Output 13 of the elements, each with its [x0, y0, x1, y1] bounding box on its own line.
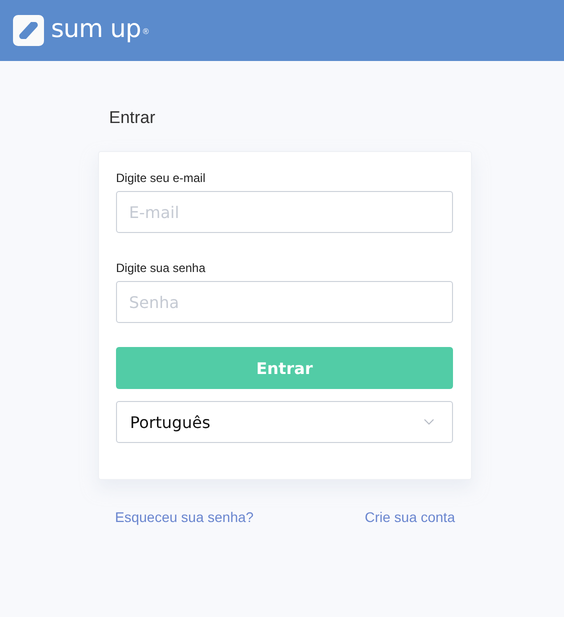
page-title: Entrar	[109, 108, 156, 128]
input-field[interactable]: E-mail	[116, 191, 453, 233]
field-label: Digite seu e-mail	[116, 171, 206, 185]
registered-mark: ®	[142, 27, 149, 36]
logo-wordmark: sum up	[51, 14, 141, 43]
logo-icon	[13, 15, 44, 46]
language-select[interactable]: Português	[116, 401, 453, 443]
link[interactable]: Crie sua conta	[364, 509, 455, 525]
chevron-down-icon	[424, 419, 434, 425]
input-field[interactable]: Senha	[116, 281, 453, 323]
login-button[interactable]: Entrar	[116, 347, 453, 389]
link[interactable]: Esqueceu sua senha?	[115, 509, 254, 525]
field-label: Digite sua senha	[116, 261, 206, 275]
